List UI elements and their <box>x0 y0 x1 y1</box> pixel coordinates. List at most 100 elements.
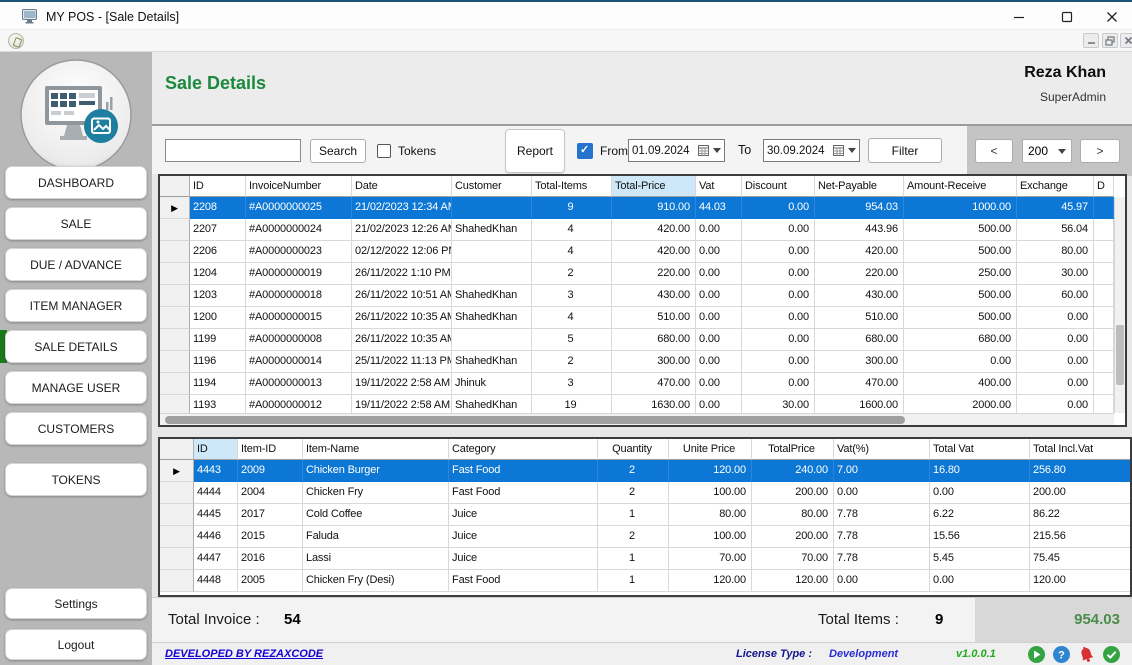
cell-exchange[interactable]: 45.97 <box>1017 197 1094 219</box>
cell-amount-receive[interactable]: 500.00 <box>904 241 1017 263</box>
filter-button[interactable]: Filter <box>868 138 942 163</box>
cell-invoicenumber[interactable]: #A0000000013 <box>246 373 352 395</box>
cell-total-vat[interactable]: 5.45 <box>930 548 1030 570</box>
horizontal-scrollbar[interactable] <box>160 413 1114 425</box>
column-header-item-name[interactable]: Item-Name <box>303 439 449 460</box>
cell-d[interactable] <box>1094 329 1114 351</box>
cell-invoicenumber[interactable]: #A0000000008 <box>246 329 352 351</box>
sidebar-item-customers[interactable]: CUSTOMERS <box>5 412 147 445</box>
from-checkbox[interactable] <box>577 143 593 159</box>
cell-discount[interactable]: 0.00 <box>742 351 815 373</box>
cell-amount-receive[interactable]: 500.00 <box>904 219 1017 241</box>
cell-d[interactable] <box>1094 241 1114 263</box>
table-row[interactable]: 44482005Chicken Fry (Desi)Fast Food1120.… <box>160 570 1130 592</box>
cell-exchange[interactable]: 56.04 <box>1017 219 1094 241</box>
column-header-discount[interactable]: Discount <box>742 176 815 197</box>
cell-id[interactable]: 1203 <box>190 285 246 307</box>
cell-total-items[interactable]: 4 <box>532 241 612 263</box>
cell-date[interactable]: 21/02/2023 12:26 AM <box>352 219 452 241</box>
cell-total-price[interactable]: 680.00 <box>612 329 696 351</box>
help-status-icon[interactable]: ? <box>1052 645 1071 664</box>
table-row[interactable]: 1199#A000000000826/11/2022 10:35 AM5680.… <box>160 329 1125 351</box>
cell-id[interactable]: 1199 <box>190 329 246 351</box>
cell-d[interactable] <box>1094 197 1114 219</box>
column-header-amount-receive[interactable]: Amount-Receive <box>904 176 1017 197</box>
column-header-total-incl-vat[interactable]: Total Incl.Vat <box>1030 439 1132 460</box>
cell-item-id[interactable]: 2016 <box>238 548 303 570</box>
cell-id[interactable]: 1194 <box>190 373 246 395</box>
cell-id[interactable]: 4447 <box>194 548 238 570</box>
cell-total-price[interactable]: 220.00 <box>612 263 696 285</box>
cell-item-name[interactable]: Cold Coffee <box>303 504 449 526</box>
cell-unite-price[interactable]: 120.00 <box>669 460 752 482</box>
cell-unite-price[interactable]: 70.00 <box>669 548 752 570</box>
column-header-totalprice[interactable]: TotalPrice <box>752 439 834 460</box>
cell-item-name[interactable]: Lassi <box>303 548 449 570</box>
table-row[interactable]: 44452017Cold CoffeeJuice180.0080.007.786… <box>160 504 1130 526</box>
cell-unite-price[interactable]: 100.00 <box>669 526 752 548</box>
cell-item-id[interactable]: 2009 <box>238 460 303 482</box>
cell-total-incl-vat[interactable]: 75.45 <box>1030 548 1132 570</box>
page-size-select[interactable]: 200 <box>1022 139 1072 163</box>
cell-amount-receive[interactable]: 680.00 <box>904 329 1017 351</box>
cell-total-items[interactable]: 3 <box>532 373 612 395</box>
table-row[interactable]: 44472016LassiJuice170.0070.007.785.4575.… <box>160 548 1130 570</box>
cell-discount[interactable]: 0.00 <box>742 197 815 219</box>
cell-discount[interactable]: 0.00 <box>742 263 815 285</box>
prev-page-button[interactable]: < <box>975 139 1013 163</box>
cell-amount-receive[interactable]: 0.00 <box>904 351 1017 373</box>
cell-vat[interactable]: 0.00 <box>834 482 930 504</box>
cell-item-id[interactable]: 2015 <box>238 526 303 548</box>
cell-id[interactable]: 2208 <box>190 197 246 219</box>
table-row[interactable]: ▶44432009Chicken BurgerFast Food2120.002… <box>160 460 1130 482</box>
cell-d[interactable] <box>1094 263 1114 285</box>
check-status-icon[interactable] <box>1102 645 1121 664</box>
cell-vat[interactable]: 0.00 <box>696 285 742 307</box>
table-row[interactable]: 44442004Chicken FryFast Food2100.00200.0… <box>160 482 1130 504</box>
cell-exchange[interactable]: 60.00 <box>1017 285 1094 307</box>
grid-corner[interactable] <box>160 439 194 460</box>
search-button[interactable]: Search <box>310 139 366 163</box>
column-header-net-payable[interactable]: Net-Payable <box>815 176 904 197</box>
child-minimize-button[interactable] <box>1083 33 1099 48</box>
cell-vat[interactable]: 0.00 <box>696 241 742 263</box>
column-header-category[interactable]: Category <box>449 439 598 460</box>
cell-exchange[interactable]: 80.00 <box>1017 241 1094 263</box>
cell-total-incl-vat[interactable]: 86.22 <box>1030 504 1132 526</box>
cell-id[interactable]: 4445 <box>194 504 238 526</box>
cell-total-items[interactable]: 2 <box>532 351 612 373</box>
cell-vat[interactable]: 7.78 <box>834 526 930 548</box>
cell-category[interactable]: Juice <box>449 548 598 570</box>
cell-net-payable[interactable]: 443.96 <box>815 219 904 241</box>
row-selector[interactable] <box>160 263 190 285</box>
cell-item-name[interactable]: Chicken Burger <box>303 460 449 482</box>
to-date-picker[interactable]: 30.09.2024 <box>763 139 860 162</box>
column-header-total-price[interactable]: Total-Price <box>612 176 696 197</box>
column-header-item-id[interactable]: Item-ID <box>238 439 303 460</box>
row-selector[interactable] <box>160 219 190 241</box>
cell-vat[interactable]: 0.00 <box>696 219 742 241</box>
cell-id[interactable]: 4446 <box>194 526 238 548</box>
column-header-total-vat[interactable]: Total Vat <box>930 439 1030 460</box>
cell-unite-price[interactable]: 80.00 <box>669 504 752 526</box>
bell-status-icon[interactable] <box>1077 645 1096 664</box>
cell-unite-price[interactable]: 100.00 <box>669 482 752 504</box>
cell-total-items[interactable]: 4 <box>532 219 612 241</box>
table-row[interactable]: 1194#A000000001319/11/2022 2:58 AMJhinuk… <box>160 373 1125 395</box>
cell-total-vat[interactable]: 15.56 <box>930 526 1030 548</box>
table-row[interactable]: 1196#A000000001425/11/2022 11:13 PMShahe… <box>160 351 1125 373</box>
cell-net-payable[interactable]: 220.00 <box>815 263 904 285</box>
cell-invoicenumber[interactable]: #A0000000024 <box>246 219 352 241</box>
cell-total-price[interactable]: 420.00 <box>612 219 696 241</box>
cell-net-payable[interactable]: 510.00 <box>815 307 904 329</box>
cell-d[interactable] <box>1094 307 1114 329</box>
cell-customer[interactable] <box>452 263 532 285</box>
cell-date[interactable]: 26/11/2022 10:35 AM <box>352 329 452 351</box>
cell-invoicenumber[interactable]: #A0000000018 <box>246 285 352 307</box>
cell-vat[interactable]: 0.00 <box>696 329 742 351</box>
row-selector[interactable] <box>160 482 194 504</box>
cell-totalprice[interactable]: 200.00 <box>752 526 834 548</box>
cell-discount[interactable]: 0.00 <box>742 285 815 307</box>
cell-total-incl-vat[interactable]: 200.00 <box>1030 482 1132 504</box>
cell-net-payable[interactable]: 430.00 <box>815 285 904 307</box>
